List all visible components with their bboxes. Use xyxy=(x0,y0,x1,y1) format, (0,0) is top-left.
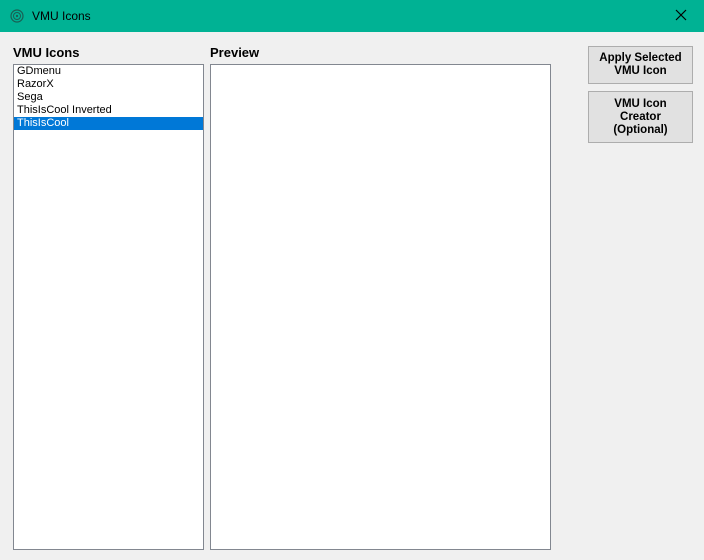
button-label-line: (Optional) xyxy=(613,123,668,136)
list-item[interactable]: GDmenu xyxy=(14,65,203,78)
list-item[interactable]: ThisIsCool Inverted xyxy=(14,104,203,117)
preview-heading: Preview xyxy=(210,45,260,60)
vmu-app-icon xyxy=(10,9,24,23)
preview-panel xyxy=(210,64,551,550)
list-item[interactable]: RazorX xyxy=(14,78,203,91)
list-item[interactable]: Sega xyxy=(14,91,203,104)
window-title: VMU Icons xyxy=(32,9,91,23)
button-label-line: Apply Selected xyxy=(599,52,682,64)
button-label-line: Creator xyxy=(620,110,661,123)
list-item[interactable]: ThisIsCool xyxy=(14,117,203,130)
close-button[interactable] xyxy=(658,0,704,32)
close-icon xyxy=(675,9,687,24)
vmu-icon-creator-button[interactable]: VMU Icon Creator (Optional) xyxy=(588,91,693,143)
vmu-icons-listbox[interactable]: GDmenu RazorX Sega ThisIsCool Inverted ThisI… xyxy=(13,64,204,550)
button-label-line: VMU Icon xyxy=(614,65,667,77)
button-label-line: VMU Icon xyxy=(614,97,667,110)
vmu-icons-heading: VMU Icons xyxy=(13,45,80,60)
vmu-icons-window: VMU Icons VMU Icons Preview GDmenu RazorX… xyxy=(0,0,704,560)
title-bar[interactable]: VMU Icons xyxy=(0,0,704,32)
apply-selected-vmu-icon-button[interactable]: Apply Selected VMU Icon xyxy=(588,46,693,84)
